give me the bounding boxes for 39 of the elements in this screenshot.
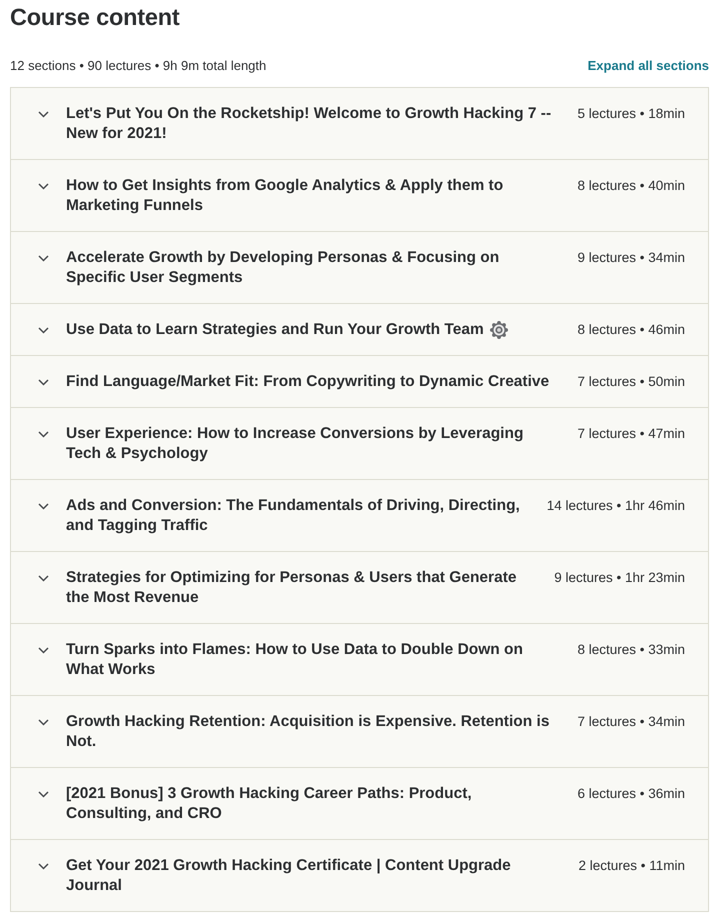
section-meta: 8 lectures • 40min [577, 177, 685, 195]
section-title: Turn Sparks into Flames: How to Use Data to Double Down on What Works [66, 640, 524, 680]
section-title: Find Language/Market Fit: From Copywriting to Dynamic Creative [66, 372, 550, 392]
section-title: How to Get Insights from Google Analytics & Apply them to Marketing Funnels [66, 176, 504, 216]
section-meta: 14 lectures • 1hr 46min [546, 497, 685, 515]
section-header[interactable]: Use Data to Learn Strategies and Run Your Growth Team 8 lectures • 46min [11, 304, 708, 356]
section-meta: 8 lectures • 33min [577, 641, 685, 659]
section-title: Growth Hacking Retention: Acquisition is Expensive. Retention is Not. [66, 712, 550, 752]
section-meta: 7 lectures • 34min [577, 713, 685, 731]
section-meta: 7 lectures • 50min [577, 373, 685, 391]
section-header[interactable]: Ads and Conversion: The Fundamentals of Driving, Directing, and Tagging Traffic 14 lectures • 1hr 46min [11, 480, 708, 552]
section-header[interactable]: Accelerate Growth by Developing Personas & Focusing on Specific User Segments 9 lectures • 34min [11, 232, 708, 304]
course-summary: 12 sections • 90 lectures • 9h 9m total length [10, 57, 266, 75]
section-header[interactable]: User Experience: How to Increase Conversions by Leveraging Tech & Psychology 7 lectures • 47min [11, 408, 708, 480]
expand-all-link[interactable]: Expand all sections [588, 57, 709, 75]
section-header[interactable]: [2021 Bonus] 3 Growth Hacking Career Paths: Product, Consulting, and CRO 6 lectures • 36min [11, 768, 708, 840]
section-meta: 6 lectures • 36min [577, 785, 685, 803]
section-title: Get Your 2021 Growth Hacking Certificate | Content Upgrade Journal [66, 856, 512, 896]
page-heading: Course content [10, 3, 181, 31]
section-header[interactable]: Let's Put You On the Rocketship! Welcome to Growth Hacking 7 -- New for 2021! 5 lectures • 18min [11, 88, 708, 160]
section-title: Use Data to Learn Strategies and Run Your Growth Team [66, 320, 484, 340]
section-header[interactable]: Turn Sparks into Flames: How to Use Data to Double Down on What Works 8 lectures • 33min [11, 624, 708, 696]
section-title: Ads and Conversion: The Fundamentals of Driving, Directing, and Tagging Traffic [66, 496, 521, 536]
section-header[interactable]: Growth Hacking Retention: Acquisition is Expensive. Retention is Not. 7 lectures • 34min [11, 696, 708, 768]
section-title: User Experience: How to Increase Conversions by Leveraging Tech & Psychology [66, 424, 524, 464]
section-header[interactable]: How to Get Insights from Google Analytics & Apply them to Marketing Funnels 8 lectures • 40min [11, 160, 708, 232]
section-meta: 7 lectures • 47min [577, 425, 685, 443]
section-meta: 9 lectures • 34min [577, 249, 685, 267]
section-header[interactable]: Strategies for Optimizing for Personas & Users that Generate the Most Revenue 9 lectures • 1hr 23min [11, 552, 708, 624]
section-title: [2021 Bonus] 3 Growth Hacking Career Paths: Product, Consulting, and CRO [66, 784, 473, 824]
section-meta: 2 lectures • 11min [578, 857, 685, 875]
section-meta: 5 lectures • 18min [577, 105, 685, 123]
section-meta: 8 lectures • 46min [577, 321, 686, 339]
section-title: Let's Put You On the Rocketship! Welcome to Growth Hacking 7 -- New for 2021! [66, 104, 552, 144]
section-meta: 9 lectures • 1hr 23min [554, 569, 685, 587]
section-title: Accelerate Growth by Developing Personas & Focusing on Specific User Segments [66, 248, 500, 288]
section-header[interactable]: Find Language/Market Fit: From Copywriting to Dynamic Creative 7 lectures • 50min [11, 356, 708, 408]
section-header[interactable]: Get Your 2021 Growth Hacking Certificate | Content Upgrade Journal 2 lectures • 11min [11, 840, 708, 912]
section-title: Strategies for Optimizing for Personas & Users that Generate the Most Revenue [66, 568, 518, 608]
